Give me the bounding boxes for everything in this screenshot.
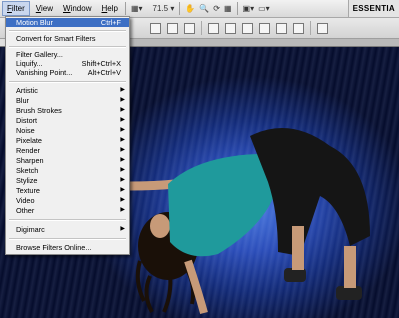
submenu-arrow-icon: ▶	[120, 207, 125, 213]
submenu-arrow-icon: ▶	[120, 127, 125, 133]
rotate-view-icon[interactable]: ⟳	[211, 2, 222, 15]
menu-item-liquify[interactable]: Liquify... Shift+Ctrl+X	[6, 59, 129, 68]
grid-icon[interactable]: ▦	[222, 2, 234, 15]
dancer-shoe-right	[336, 286, 362, 300]
submenu-arrow-icon: ▶	[120, 167, 125, 173]
filter-menu: Motion Blur Ctrl+F Convert for Smart Fil…	[5, 16, 130, 255]
menu-item-browse-filters-online[interactable]: Browse Filters Online...	[6, 243, 129, 252]
submenu-arrow-icon: ▶	[120, 147, 125, 153]
submenu-arrow-icon: ▶	[120, 187, 125, 193]
toolbar-separator	[236, 2, 238, 15]
zoom-tool-icon[interactable]: 🔍	[197, 2, 211, 15]
dancer-calf-right	[344, 246, 356, 288]
menu-item-digimarc[interactable]: Digimarc ▶	[6, 225, 129, 234]
distribute-hcenter-icon[interactable]	[276, 22, 287, 34]
menu-item-filter-gallery[interactable]: Filter Gallery...	[6, 50, 129, 59]
menu-item-distort[interactable]: Distort ▶	[6, 116, 129, 125]
submenu-arrow-icon: ▶	[120, 197, 125, 203]
dancer-shoe-left	[284, 268, 306, 282]
menu-separator	[9, 81, 126, 83]
menu-window[interactable]: Window	[59, 1, 95, 16]
menu-item-sketch[interactable]: Sketch ▶	[6, 166, 129, 175]
menu-filter[interactable]: Filter	[2, 1, 30, 16]
menu-item-blur[interactable]: Blur ▶	[6, 96, 129, 105]
menu-item-sharpen[interactable]: Sharpen ▶	[6, 156, 129, 165]
menu-item-brush-strokes[interactable]: Brush Strokes ▶	[6, 106, 129, 115]
menu-view[interactable]: View	[32, 1, 57, 16]
menu-item-noise[interactable]: Noise ▶	[6, 126, 129, 135]
menu-help[interactable]: Help	[97, 1, 121, 16]
options-separator	[201, 21, 202, 35]
menu-separator	[124, 2, 126, 15]
align-vcenter-icon[interactable]	[167, 22, 178, 34]
menu-separator	[9, 219, 126, 221]
toolbar-separator	[179, 2, 181, 15]
submenu-arrow-icon: ▶	[120, 97, 125, 103]
dancer-face	[150, 214, 170, 238]
menu-item-render[interactable]: Render ▶	[6, 146, 129, 155]
menu-item-other[interactable]: Other ▶	[6, 206, 129, 215]
menu-item-stylize[interactable]: Stylize ▶	[6, 176, 129, 185]
zoom-level-dropdown[interactable]: 71.5 ▾	[151, 2, 177, 15]
menu-item-texture[interactable]: Texture ▶	[6, 186, 129, 195]
submenu-arrow-icon: ▶	[120, 226, 125, 232]
submenu-arrow-icon: ▶	[120, 107, 125, 113]
menu-item-artistic[interactable]: Artistic ▶	[6, 86, 129, 95]
workspace-switcher[interactable]: ESSENTIA	[347, 0, 399, 17]
menu-item-pixelate[interactable]: Pixelate ▶	[6, 136, 129, 145]
distribute-left-icon[interactable]	[259, 22, 270, 34]
hand-tool-icon[interactable]: ✋	[183, 2, 197, 15]
menu-separator	[9, 46, 126, 48]
menu-item-motion-blur[interactable]: Motion Blur Ctrl+F	[6, 18, 129, 27]
arrange-documents-icon[interactable]: ▣▾	[241, 2, 257, 15]
screen-mode-icon[interactable]: ▭▾	[256, 2, 272, 15]
menu-item-convert-smart-filters[interactable]: Convert for Smart Filters	[6, 34, 129, 43]
distribute-bottom-icon[interactable]	[242, 22, 253, 34]
view-extras-icon[interactable]: ▦▾	[129, 2, 145, 15]
menu-item-vanishing-point[interactable]: Vanishing Point... Alt+Ctrl+V	[6, 68, 129, 77]
menu-separator	[9, 238, 126, 240]
submenu-arrow-icon: ▶	[120, 137, 125, 143]
dancer-calf-left	[292, 226, 304, 270]
dancer-shirt	[168, 154, 278, 257]
submenu-arrow-icon: ▶	[120, 117, 125, 123]
auto-align-icon[interactable]	[317, 22, 328, 34]
distribute-top-icon[interactable]	[208, 22, 219, 34]
distribute-vcenter-icon[interactable]	[225, 22, 236, 34]
menu-item-video[interactable]: Video ▶	[6, 196, 129, 205]
align-bottom-icon[interactable]	[184, 22, 195, 34]
menu-separator	[9, 30, 126, 32]
submenu-arrow-icon: ▶	[120, 87, 125, 93]
align-top-icon[interactable]	[150, 22, 161, 34]
submenu-arrow-icon: ▶	[120, 157, 125, 163]
dancer-arm-right	[184, 259, 208, 315]
submenu-arrow-icon: ▶	[120, 177, 125, 183]
distribute-right-icon[interactable]	[293, 22, 304, 34]
options-separator	[310, 21, 311, 35]
